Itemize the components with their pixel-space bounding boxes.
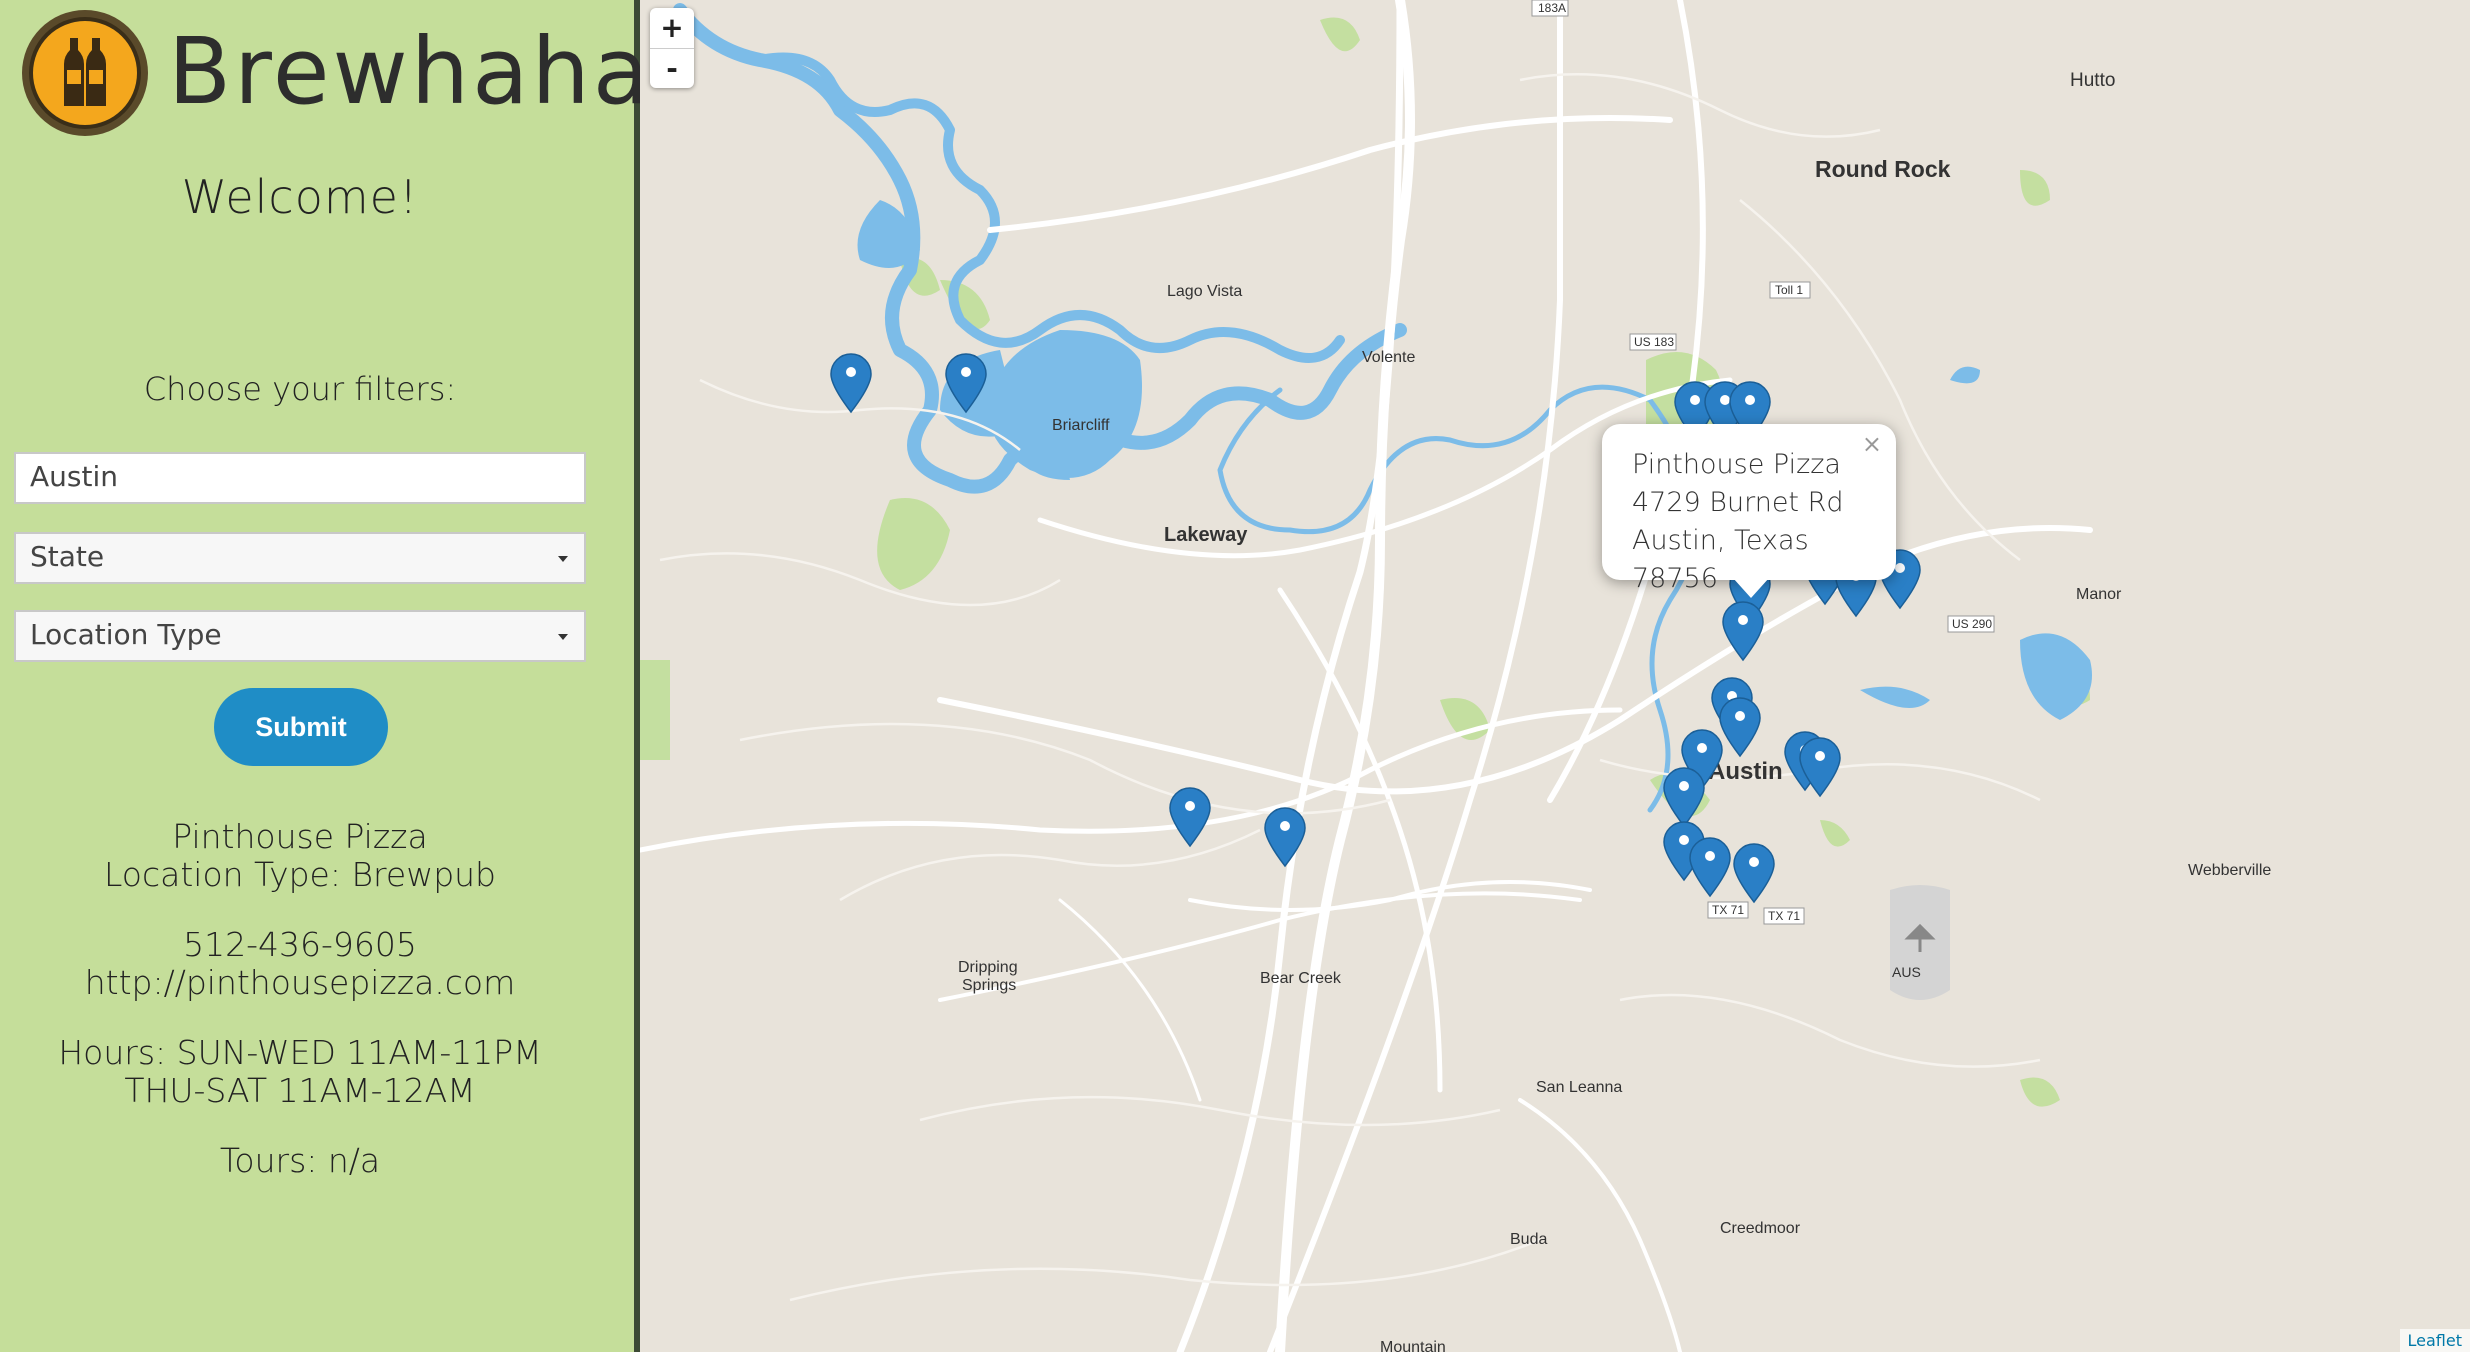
- city-input[interactable]: Austin: [14, 452, 586, 504]
- location-hours: Hours: SUN-WED 11AM-11PM THU-SAT 11AM-12…: [58, 1033, 542, 1110]
- chevron-down-icon: [558, 634, 568, 640]
- map-marker-dot: [1745, 395, 1755, 405]
- place-label: Creedmoor: [1720, 1220, 1801, 1237]
- location-website[interactable]: http://pinthousepizza.com: [0, 964, 600, 1002]
- sidebar: Brewhaha Welcome! Choose your filters: A…: [0, 0, 649, 1352]
- place-label: Volente: [1362, 349, 1415, 366]
- place-label: Mountain: [1380, 1339, 1446, 1352]
- logo-bottle-cap-icon: [20, 8, 150, 138]
- location-type-select[interactable]: Location Type: [14, 610, 586, 662]
- map-marker-dot: [1749, 857, 1759, 867]
- place-label: Webberville: [2188, 862, 2271, 879]
- place-label: Buda: [1510, 1231, 1547, 1248]
- filters-heading: Choose your filters:: [143, 370, 457, 408]
- map-marker-dot: [846, 367, 856, 377]
- location-name: Pinthouse Pizza: [172, 817, 428, 856]
- map-marker-dot: [1697, 743, 1707, 753]
- place-label: San Leanna: [1536, 1079, 1622, 1096]
- welcome-heading: Welcome!: [181, 170, 419, 224]
- state-select[interactable]: State: [14, 532, 586, 584]
- submit-button[interactable]: Submit: [214, 688, 388, 766]
- map-marker-dot: [1895, 563, 1905, 573]
- zoom-control: + -: [650, 8, 694, 88]
- road-shield: Toll 1: [1775, 283, 1803, 297]
- brand-title: Brewhaha: [168, 18, 653, 125]
- road-shield: 183A: [1538, 1, 1566, 15]
- place-label: Briarcliff: [1052, 417, 1110, 434]
- popup-name: Pinthouse Pizza: [1632, 449, 1841, 480]
- place-label: Bear Creek: [1260, 970, 1342, 987]
- place-label: Lago Vista: [1167, 283, 1242, 300]
- location-details: Pinthouse Pizza Location Type: Brewpub 5…: [0, 818, 600, 1180]
- road-shield: TX 71: [1712, 903, 1744, 917]
- popup-street: 4729 Burnet Rd: [1632, 487, 1844, 518]
- map-marker-dot: [1735, 711, 1745, 721]
- place-label: Dripping: [958, 959, 1018, 976]
- map-marker-dot: [1679, 835, 1689, 845]
- location-phone: 512-436-9605: [183, 925, 417, 964]
- place-label: Round Rock: [1815, 156, 1951, 182]
- map-canvas[interactable]: Hutto Round Rock Lago Vista Volente Bria…: [640, 0, 2470, 1352]
- location-type: Location Type: Brewpub: [103, 855, 497, 894]
- zoom-in-button[interactable]: +: [650, 8, 694, 49]
- map-marker-dot: [961, 367, 971, 377]
- map-marker-dot: [1185, 801, 1195, 811]
- location-tours: Tours: n/a: [219, 1141, 381, 1180]
- place-label: Springs: [962, 977, 1016, 994]
- road-shield: US 290: [1952, 617, 1992, 631]
- road-shield: US 183: [1634, 335, 1674, 349]
- map-marker-dot: [1679, 781, 1689, 791]
- road-shield: TX 71: [1768, 909, 1800, 923]
- chevron-down-icon: [558, 556, 568, 562]
- popup-tip: [1733, 578, 1769, 598]
- place-label: Lakeway: [1164, 524, 1248, 546]
- map-marker-dot: [1690, 395, 1700, 405]
- state-select-label: State: [30, 540, 105, 573]
- marker-popup: × Pinthouse Pizza 4729 Burnet Rd Austin,…: [1602, 424, 1896, 594]
- location-type-select-label: Location Type: [30, 618, 222, 651]
- map-marker-dot: [1815, 751, 1825, 761]
- attribution-link[interactable]: Leaflet: [2399, 1329, 2470, 1352]
- zoom-out-button[interactable]: -: [650, 49, 694, 89]
- map-marker-dot: [1738, 615, 1748, 625]
- place-label: Hutto: [2070, 70, 2115, 91]
- map-marker-dot: [1720, 395, 1730, 405]
- map-marker-dot: [1280, 821, 1290, 831]
- map-marker-dot: [1705, 851, 1715, 861]
- place-label: Manor: [2076, 586, 2122, 603]
- place-label: AUS: [1892, 964, 1921, 980]
